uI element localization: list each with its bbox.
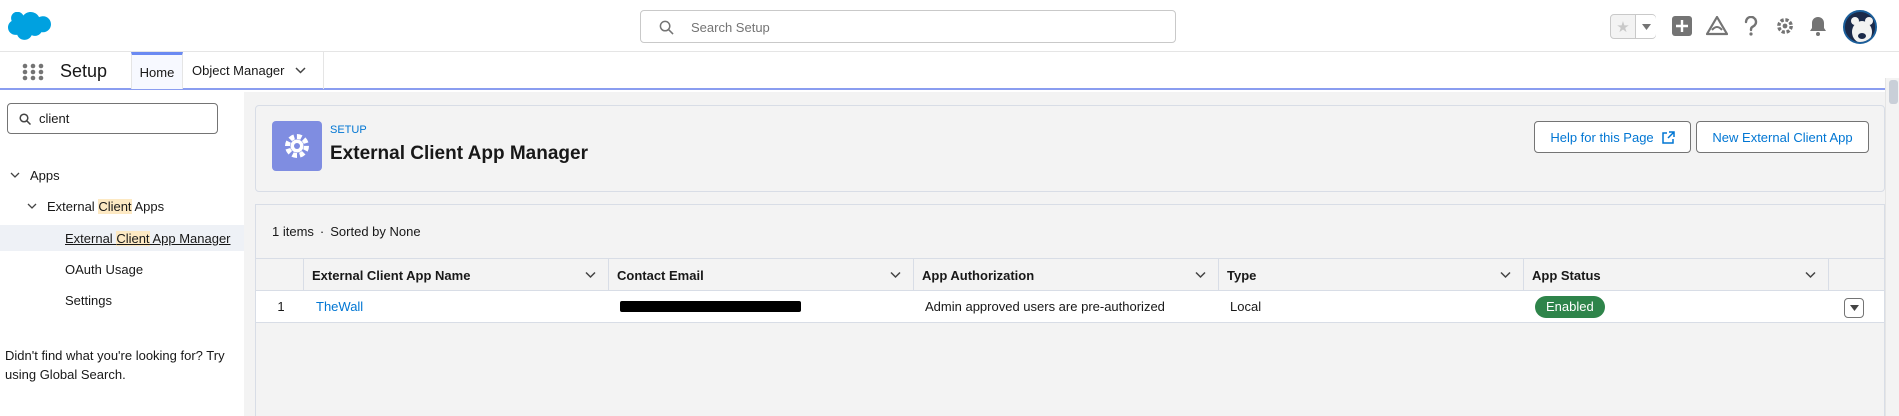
user-avatar[interactable] — [1843, 10, 1877, 44]
chevron-down-icon[interactable] — [294, 67, 306, 74]
tree-node-oauth-usage[interactable]: OAuth Usage — [0, 256, 244, 282]
tree-node-oauth-usage-label[interactable]: OAuth Usage — [65, 262, 143, 277]
type-cell: Local — [1230, 299, 1262, 314]
tree-node-apps[interactable]: Apps — [0, 162, 244, 188]
external-link-icon — [1661, 130, 1675, 144]
new-external-client-app-label: New External Client App — [1712, 129, 1853, 145]
label-part: External — [47, 198, 99, 214]
column-header-label: App Authorization — [922, 267, 1035, 283]
column-header-app-status[interactable]: App Status — [1524, 259, 1829, 291]
app-name: Setup — [60, 61, 108, 81]
page-header: SETUP External Client App Manager Help f… — [255, 105, 1885, 192]
global-search[interactable] — [640, 10, 1176, 43]
column-header-contact-email[interactable]: Contact Email — [609, 259, 914, 291]
tab-home-label: Home — [139, 64, 175, 80]
trailhead-icon[interactable] — [1706, 15, 1728, 37]
favorites-dropdown-button[interactable] — [1635, 15, 1656, 38]
notifications-bell-icon[interactable] — [1807, 15, 1829, 37]
tree-node-external-client-app-manager-label[interactable]: External Client App Manager — [65, 230, 231, 246]
column-header-app-name[interactable]: External Client App Name — [304, 259, 609, 291]
column-header-label: Type — [1227, 267, 1257, 283]
app-launcher-icon[interactable] — [22, 63, 44, 81]
column-header-label: Contact Email — [617, 267, 704, 283]
chevron-down-icon[interactable] — [890, 271, 901, 279]
redacted-email — [620, 301, 801, 312]
app-status-cell: Enabled — [1535, 291, 1605, 322]
setup-tree-sidebar: Apps External Client Apps External Clien… — [0, 92, 244, 416]
search-highlight: Client — [98, 198, 132, 214]
search-highlight: Client — [116, 230, 150, 246]
table-row: 1 TheWall Admin approved users are pre-a… — [256, 291, 1884, 323]
row-number: 1 — [277, 299, 285, 314]
sorted-by: Sorted by None — [330, 224, 421, 239]
chevron-down-icon — [1641, 23, 1651, 30]
table-header: External Client App Name Contact Email A… — [256, 258, 1884, 291]
setup-gear-icon[interactable] — [1774, 15, 1796, 37]
chevron-down-icon[interactable] — [585, 271, 596, 279]
help-icon[interactable] — [1740, 15, 1762, 37]
external-client-apps-list: 1 items · Sorted by None External Client A… — [255, 204, 1885, 416]
tree-node-external-client-app-manager[interactable]: External Client App Manager — [0, 225, 244, 251]
app-name-link[interactable]: TheWall — [316, 299, 363, 314]
app-authorization-cell: Admin approved users are pre-authorized — [925, 299, 1165, 314]
favorites-star-icon[interactable]: ★ — [1611, 15, 1635, 38]
chevron-down-icon[interactable] — [10, 170, 20, 180]
label-part: App Manager — [149, 230, 231, 246]
help-for-this-page-button[interactable]: Help for this Page — [1534, 121, 1691, 153]
tree-node-apps-label: Apps — [30, 167, 60, 183]
chevron-down-icon[interactable] — [1805, 271, 1816, 279]
tab-object-manager[interactable]: Object Manager — [183, 52, 324, 89]
global-actions-icon[interactable] — [1671, 15, 1693, 37]
page-title: External Client App Manager — [330, 143, 588, 164]
salesforce-cloud-logo[interactable] — [8, 12, 52, 42]
search-icon — [19, 113, 31, 125]
row-actions-button[interactable] — [1844, 298, 1864, 318]
help-for-this-page-label: Help for this Page — [1550, 129, 1654, 145]
contact-email-cell — [620, 291, 801, 322]
list-summary: 1 items · Sorted by None — [272, 224, 421, 239]
scrollbar-thumb[interactable] — [1889, 80, 1898, 104]
label-part: External — [65, 230, 117, 246]
tab-object-manager-label: Object Manager — [192, 63, 285, 78]
page-eyebrow: SETUP — [330, 124, 367, 136]
quick-find-input[interactable] — [39, 109, 209, 128]
column-header-type[interactable]: Type — [1219, 259, 1524, 291]
setup-gear-icon — [272, 121, 322, 171]
vertical-scrollbar[interactable] — [1885, 78, 1899, 416]
status-badge: Enabled — [1535, 295, 1605, 318]
tree-node-external-client-apps[interactable]: External Client Apps — [0, 193, 244, 219]
setup-nav-bar: Setup Home Object Manager — [0, 52, 1899, 90]
separator-dot: · — [319, 224, 325, 239]
chevron-down-icon[interactable] — [27, 201, 37, 211]
items-count: 1 items — [272, 224, 314, 239]
search-icon — [659, 20, 674, 35]
chevron-down-icon — [1849, 305, 1859, 311]
global-search-input[interactable] — [691, 17, 1161, 37]
row-actions-header — [1829, 259, 1884, 291]
global-header: ★ — [0, 0, 1899, 52]
row-number-header — [256, 259, 304, 291]
favorites-group: ★ — [1610, 14, 1656, 39]
chevron-down-icon[interactable] — [1195, 271, 1206, 279]
column-header-label: App Status — [1532, 267, 1601, 283]
quick-find[interactable] — [7, 103, 218, 134]
column-header-app-authorization[interactable]: App Authorization — [914, 259, 1219, 291]
tab-home[interactable]: Home — [131, 52, 183, 89]
sidebar-help-text: Didn't find what you're looking for? Try… — [5, 348, 225, 382]
label-part: Apps — [131, 198, 165, 214]
chevron-down-icon[interactable] — [1500, 271, 1511, 279]
tree-node-settings-label[interactable]: Settings — [65, 293, 112, 308]
app-name-cell: TheWall — [316, 291, 363, 322]
new-external-client-app-button[interactable]: New External Client App — [1696, 121, 1869, 153]
tree-node-settings[interactable]: Settings — [0, 287, 244, 313]
column-header-label: External Client App Name — [312, 267, 471, 283]
tree-node-external-client-apps-label: External Client Apps — [47, 198, 165, 214]
